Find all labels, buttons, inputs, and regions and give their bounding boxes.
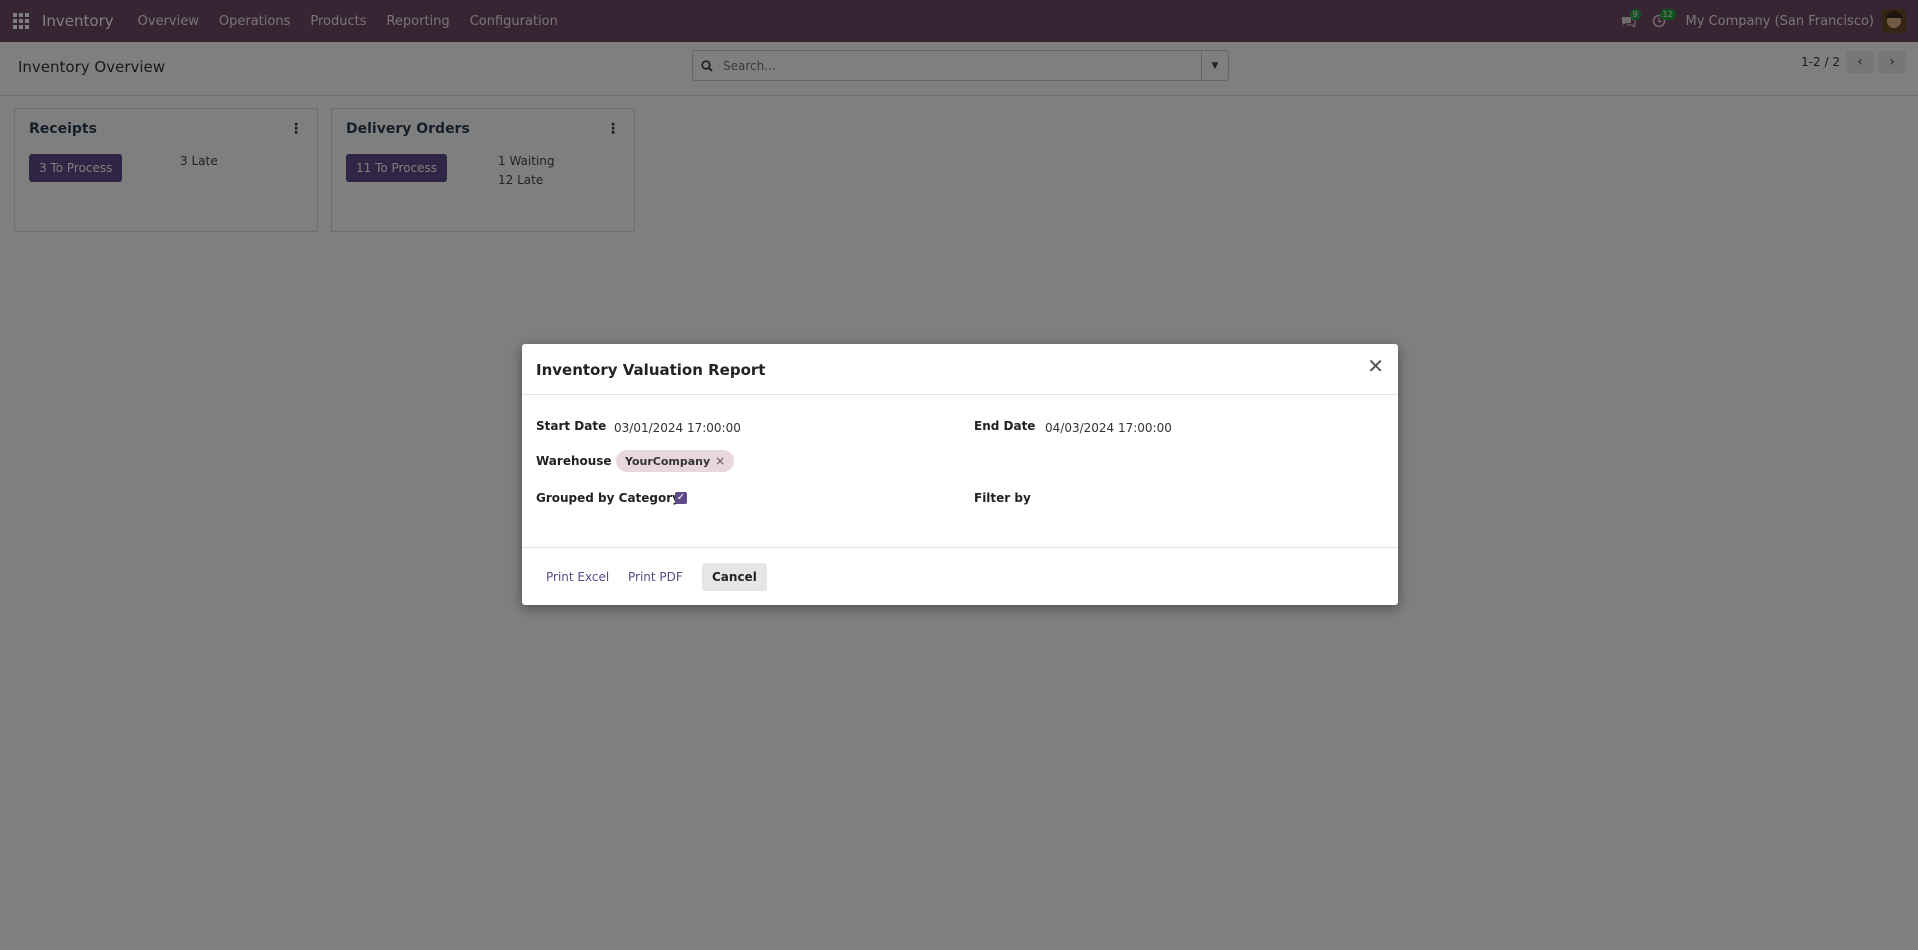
inventory-valuation-dialog: Inventory Valuation Report ✕ Start Date … [522, 344, 1398, 605]
warehouse-label: Warehouse [536, 454, 612, 468]
cancel-button[interactable]: Cancel [702, 563, 767, 591]
close-icon[interactable]: ✕ [1367, 356, 1384, 376]
start-date-label: Start Date [536, 419, 607, 433]
dialog-body: Start Date 03/01/2024 17:00:00 End Date … [522, 395, 1398, 548]
dialog-header: Inventory Valuation Report ✕ [522, 344, 1398, 395]
dialog-footer: Print Excel Print PDF Cancel [522, 548, 1398, 606]
print-pdf-button[interactable]: Print PDF [618, 563, 693, 591]
end-date-label: End Date [974, 419, 1036, 433]
grouped-by-category-checkbox[interactable]: ✓ [675, 492, 687, 504]
warehouse-tag-label: YourCompany [625, 454, 711, 468]
print-excel-button[interactable]: Print Excel [536, 563, 619, 591]
grouped-by-category-label: Grouped by Category [536, 491, 680, 505]
dialog-title: Inventory Valuation Report [536, 361, 766, 379]
filter-by-label: Filter by [974, 491, 1031, 505]
end-date-field[interactable]: 04/03/2024 17:00:00 [1045, 421, 1172, 435]
start-date-field[interactable]: 03/01/2024 17:00:00 [614, 421, 741, 435]
warehouse-tag: YourCompany × [616, 450, 735, 472]
remove-tag-icon[interactable]: × [715, 454, 725, 468]
